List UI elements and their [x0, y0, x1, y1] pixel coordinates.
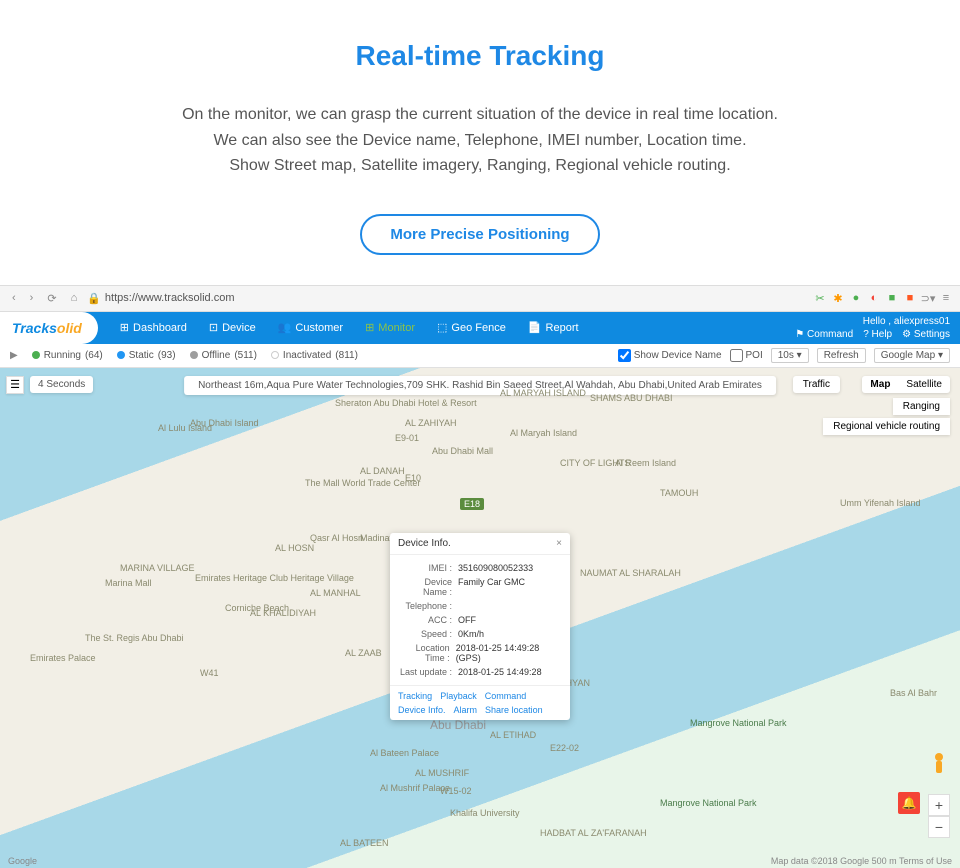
status-offline[interactable]: Offline (511) — [190, 350, 257, 361]
map-type-satellite[interactable]: Satellite — [898, 376, 950, 393]
speed-value: 0Km/h — [458, 629, 484, 639]
green-dot-icon — [32, 351, 40, 359]
logo[interactable]: Tracksolid — [0, 312, 98, 344]
blue-dot-icon — [117, 351, 125, 359]
flag-icon: ⚑ — [795, 329, 804, 340]
app-header: Tracksolid ⊞Dashboard ⊡Device 👥Customer … — [0, 312, 960, 344]
ext-icon[interactable]: ✱ — [832, 292, 844, 304]
ext-icon[interactable]: ● — [850, 292, 862, 304]
location-time-value: 2018-01-25 14:49:28 (GPS) — [456, 643, 562, 663]
map-terms[interactable]: Map data ©2018 Google 500 m Terms of Use — [771, 856, 952, 866]
browser-back-icon[interactable]: ‹ — [8, 290, 20, 306]
user-greeting: Hello , aliexpress01 — [863, 315, 950, 328]
interval-dropdown[interactable]: 10s ▾ — [771, 348, 809, 363]
popup-share-link[interactable]: Share location — [485, 705, 543, 715]
status-inactivated[interactable]: Inactivated (811) — [271, 350, 358, 361]
sidebar-toggle-icon[interactable]: ▶ — [10, 350, 18, 361]
map-canvas[interactable]: ☰ 4 Seconds Northeast 16m,Aqua Pure Wate… — [0, 368, 960, 868]
nav-dashboard[interactable]: ⊞Dashboard — [110, 315, 197, 340]
popup-command-link[interactable]: Command — [485, 691, 527, 701]
poi-checkbox[interactable]: POI — [730, 349, 763, 362]
ranging-button[interactable]: Ranging — [893, 398, 950, 415]
nav-monitor[interactable]: ⊞Monitor — [355, 315, 425, 340]
browser-extensions: ✂ ✱ ● ◐ ■ ■ ⊃▾ ≡ — [814, 292, 952, 304]
ext-icon[interactable]: ◐ — [868, 292, 880, 304]
browser-reload-icon[interactable]: ⟳ — [43, 290, 60, 307]
browser-menu-icon[interactable]: ≡ — [940, 292, 952, 304]
header-settings-link[interactable]: ⚙ Settings — [902, 328, 950, 341]
hero-description: On the monitor, we can grasp the current… — [60, 102, 900, 179]
monitor-icon: ⊞ — [365, 321, 374, 334]
customer-icon: 👥 — [278, 321, 292, 334]
nav-device[interactable]: ⊡Device — [199, 315, 266, 340]
ext-icon[interactable]: ■ — [886, 292, 898, 304]
ext-icon[interactable]: ✂ — [814, 292, 826, 304]
dashboard-icon: ⊞ — [120, 321, 129, 334]
gray-dot-icon — [190, 351, 198, 359]
panel-toggle-icon[interactable]: ☰ — [6, 376, 24, 394]
header-command-link[interactable]: ⚑ Command — [795, 328, 853, 341]
seconds-indicator: 4 Seconds — [30, 376, 93, 393]
gear-icon: ⚙ — [902, 329, 911, 340]
zoom-in-button[interactable]: + — [928, 794, 950, 816]
browser-forward-icon[interactable]: › — [26, 290, 38, 306]
map-attribution: Google — [8, 856, 37, 866]
browser-address-bar: ‹ › ⟳ ⌂ 🔒 https://www.tracksolid.com ✂ ✱… — [0, 285, 960, 312]
geofence-icon: ⬚ — [437, 321, 447, 334]
pegman-icon[interactable] — [930, 752, 948, 780]
routing-button[interactable]: Regional vehicle routing — [823, 418, 950, 435]
nav-report[interactable]: 📄Report — [518, 315, 589, 340]
last-update-value: 2018-01-25 14:49:28 — [458, 667, 542, 677]
browser-home-icon[interactable]: ⌂ — [67, 290, 82, 306]
help-icon: ? — [863, 329, 869, 340]
refresh-button[interactable]: Refresh — [817, 348, 866, 363]
popup-title: Device Info. — [398, 538, 451, 549]
lock-icon: 🔒 — [87, 292, 101, 305]
device-info-popup: Device Info. × IMEI :351609080052333 Dev… — [390, 533, 570, 720]
white-dot-icon — [271, 351, 279, 359]
device-icon: ⊡ — [209, 321, 218, 334]
zoom-out-button[interactable]: − — [928, 816, 950, 838]
popup-playback-link[interactable]: Playback — [440, 691, 477, 701]
header-help-link[interactable]: ? Help — [863, 328, 892, 341]
ext-icon[interactable]: ⊃▾ — [922, 292, 934, 304]
alert-icon[interactable]: 🔔 — [898, 792, 920, 814]
report-icon: 📄 — [528, 321, 542, 334]
traffic-button[interactable]: Traffic — [793, 376, 840, 393]
nav-customer[interactable]: 👥Customer — [268, 315, 353, 340]
ext-icon[interactable]: ■ — [904, 292, 916, 304]
nav-geofence[interactable]: ⬚Geo Fence — [427, 315, 516, 340]
device-name-value: Family Car GMC — [458, 577, 525, 597]
map-provider-dropdown[interactable]: Google Map ▾ — [874, 348, 950, 363]
close-icon[interactable]: × — [556, 538, 562, 549]
show-device-name-checkbox[interactable]: Show Device Name — [618, 349, 722, 362]
popup-device-info-link[interactable]: Device Info. — [398, 705, 446, 715]
status-running[interactable]: Running (64) — [32, 350, 103, 361]
popup-alarm-link[interactable]: Alarm — [454, 705, 478, 715]
more-precise-button[interactable]: More Precise Positioning — [360, 214, 599, 255]
browser-url[interactable]: https://www.tracksolid.com — [105, 292, 235, 304]
address-bar: Northeast 16m,Aqua Pure Water Technologi… — [184, 376, 776, 395]
map-type-map[interactable]: Map — [862, 376, 898, 393]
acc-value: OFF — [458, 615, 476, 625]
map-type-switcher: Map Satellite — [862, 376, 950, 393]
popup-tracking-link[interactable]: Tracking — [398, 691, 432, 701]
status-bar: ▶ Running (64) Static (93) Offline (511)… — [0, 344, 960, 368]
hero-title: Real-time Tracking — [60, 40, 900, 72]
imei-value: 351609080052333 — [458, 563, 533, 573]
status-static[interactable]: Static (93) — [117, 350, 176, 361]
